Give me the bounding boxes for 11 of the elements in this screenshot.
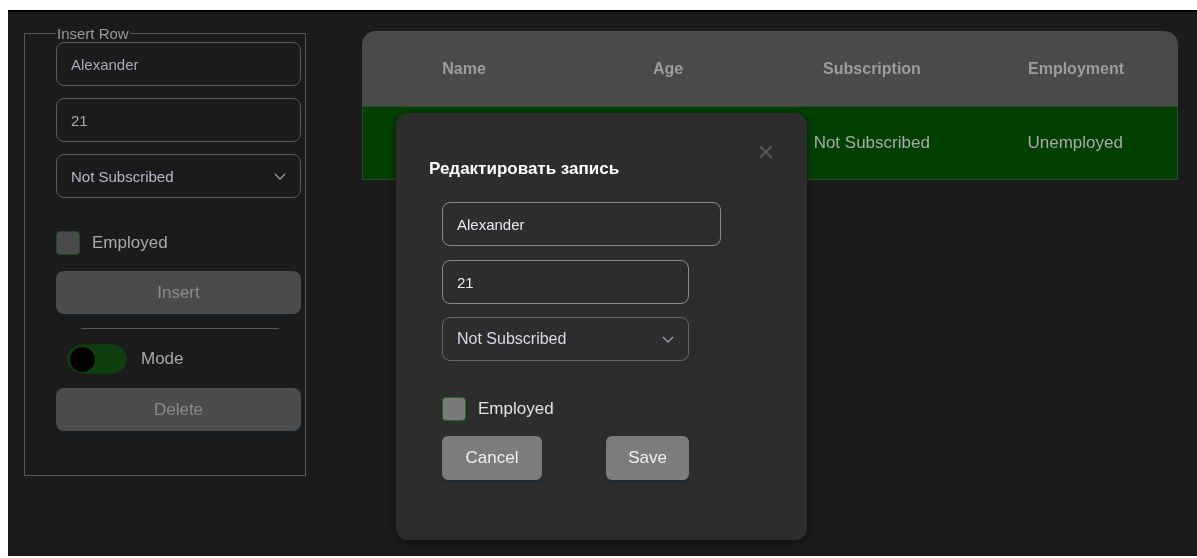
- panel-legend: Insert Row: [56, 25, 130, 42]
- table-cell: Not Subscribed: [813, 133, 930, 153]
- column-header: Subscription: [823, 59, 921, 78]
- checkbox-label: Employed: [92, 233, 168, 253]
- column-header: Employment: [1028, 59, 1124, 78]
- checkbox-label: Employed: [478, 399, 554, 419]
- table-cell: Unemployed: [1027, 133, 1123, 153]
- toggle-label: Mode: [141, 349, 184, 369]
- column-header: Name: [442, 59, 486, 78]
- dialog-title: Редактировать запись: [429, 159, 620, 179]
- column-header: Age: [652, 59, 684, 78]
